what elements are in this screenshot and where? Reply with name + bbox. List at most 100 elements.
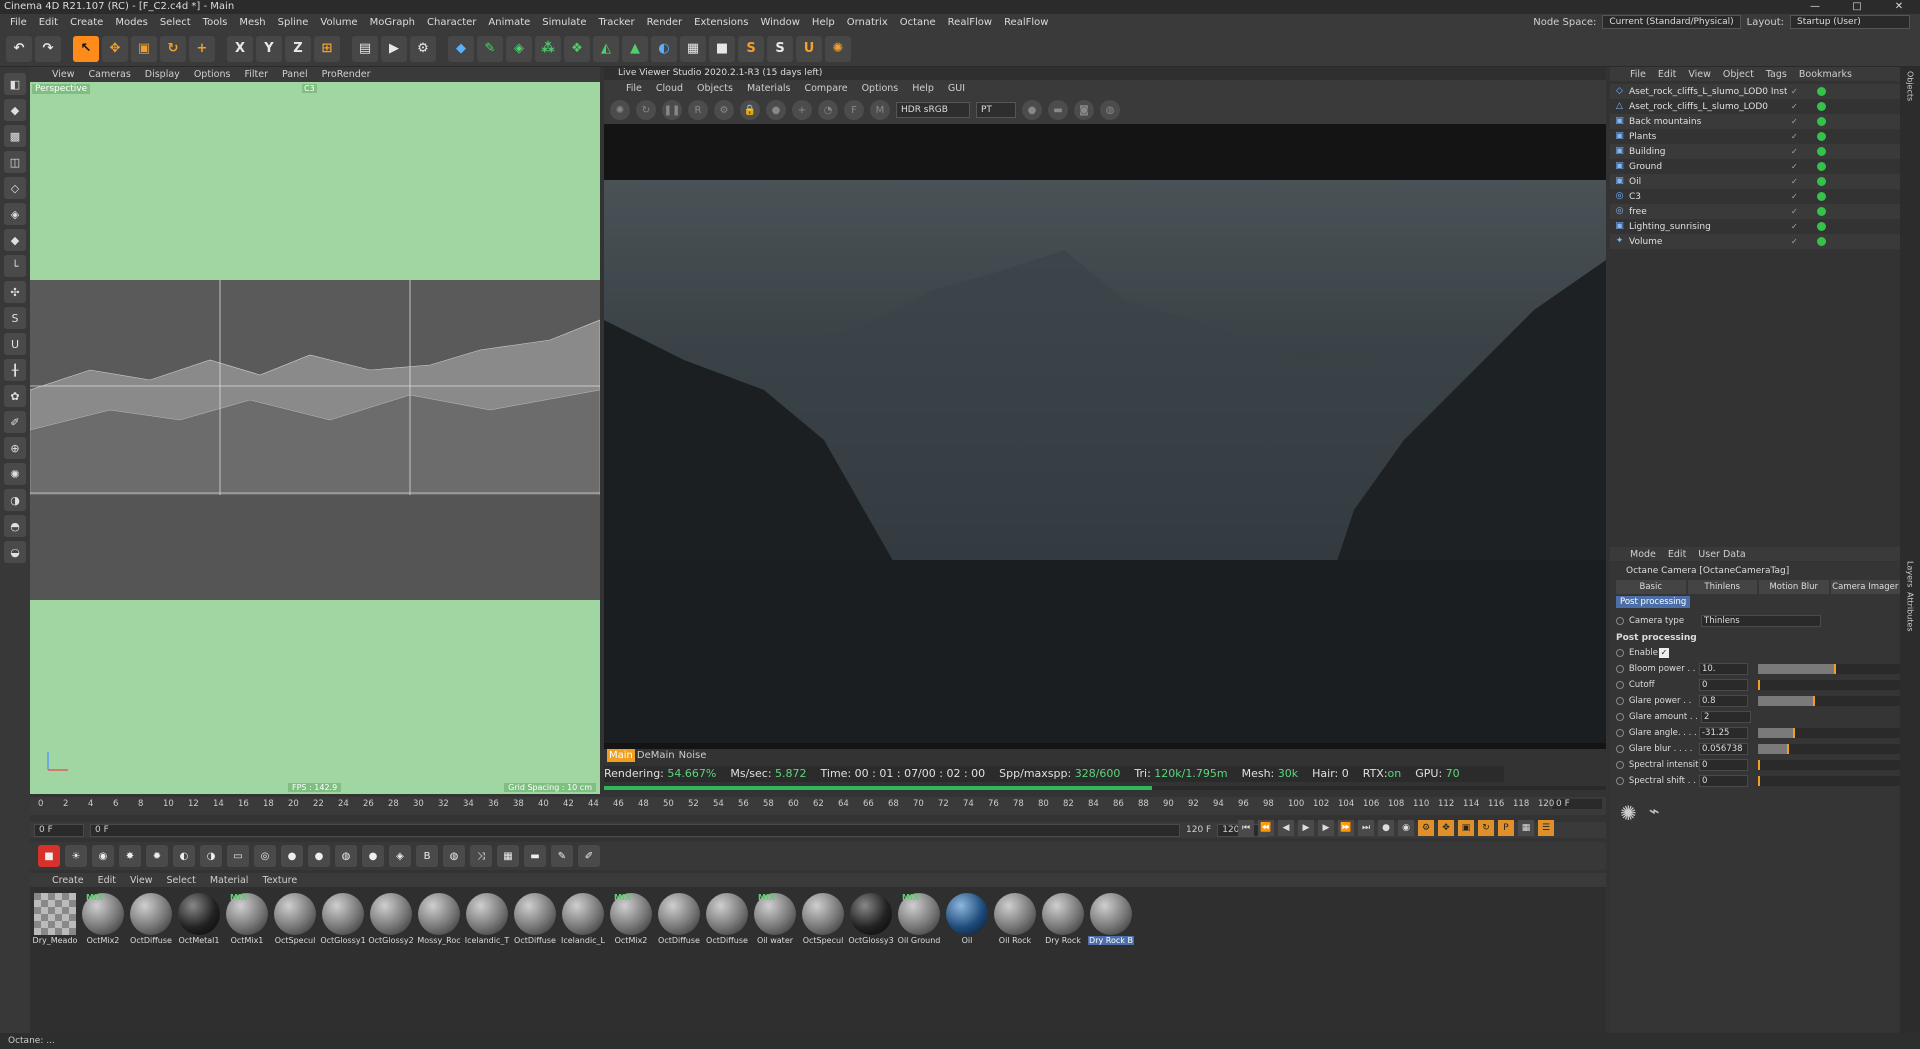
viewport-menu-panel[interactable]: Panel — [282, 69, 308, 80]
tab-post-processing[interactable]: Post processing — [1616, 596, 1691, 608]
globe-icon[interactable]: ◍ — [1100, 100, 1120, 120]
deformer-icon[interactable]: ◭ — [593, 35, 619, 62]
mat-menu-material[interactable]: Material — [210, 875, 249, 886]
menu-render[interactable]: Render — [641, 17, 689, 28]
param-value-field[interactable]: 0.056738 — [1698, 743, 1748, 755]
param-slider[interactable] — [1757, 760, 1901, 770]
portal-material-icon[interactable]: ● — [362, 845, 384, 867]
object-row[interactable]: ◇ Aset_rock_cliffs_L_slumo_LOD0 Instance ✓ — [1610, 84, 1900, 99]
object-row[interactable]: ▣ Plants ✓ — [1610, 129, 1900, 144]
object-visibility-flags[interactable]: ✓ — [1791, 207, 1813, 216]
octane-object-tag-icon[interactable] — [1817, 177, 1826, 186]
snapshot-icon[interactable]: ◙ — [1074, 100, 1094, 120]
tag-icon[interactable]: ◐ — [651, 35, 677, 62]
live-selection-icon[interactable]: ↖ — [73, 35, 99, 62]
make-editable-icon[interactable]: ◧ — [4, 73, 26, 95]
keyframe-selection-icon[interactable]: ⚙ — [1418, 820, 1434, 836]
object-name[interactable]: free — [1629, 207, 1787, 217]
texture-mode-icon[interactable]: ▩ — [4, 125, 26, 147]
pause-icon[interactable]: ❚❚ — [662, 100, 682, 120]
targeted-light-icon[interactable]: ✹ — [146, 845, 168, 867]
attr-menu-mode[interactable]: Mode — [1630, 549, 1656, 560]
material-swatch[interactable]: OctGlossy3 — [848, 893, 894, 947]
object-visibility-flags[interactable]: ✓ — [1791, 192, 1813, 201]
position-key-icon[interactable]: ✥ — [1438, 820, 1454, 836]
toon-material-icon[interactable]: ● — [308, 845, 330, 867]
goto-end-icon[interactable]: ⏭ — [1358, 820, 1374, 836]
obj-menu-view[interactable]: View — [1688, 69, 1711, 80]
lock-icon[interactable]: 🔒 — [740, 100, 760, 120]
menu-modes[interactable]: Modes — [109, 17, 153, 28]
close-icon[interactable]: ✕ — [1878, 0, 1920, 14]
material-swatch[interactable]: OctSpecul — [800, 893, 846, 947]
object-name[interactable]: Oil — [1629, 177, 1787, 187]
composite-material-icon[interactable]: ◈ — [389, 845, 411, 867]
perspective-viewport[interactable]: Perspective C3 FPS : 142.9 Grid Spacing … — [30, 82, 600, 794]
hair-icon[interactable]: ◑ — [4, 489, 26, 511]
object-name[interactable]: Aset_rock_cliffs_L_slumo_LOD0 — [1629, 102, 1787, 112]
object-visibility-flags[interactable]: ✓ — [1791, 117, 1813, 126]
attr-menu-userdata[interactable]: User Data — [1698, 549, 1745, 560]
pick-focus-icon[interactable]: F — [844, 100, 864, 120]
snap-icon[interactable]: S — [4, 307, 26, 329]
object-name[interactable]: C3 — [1629, 192, 1787, 202]
material-swatch[interactable]: Oil — [944, 893, 990, 947]
render-region-icon[interactable]: ▤ — [352, 35, 378, 62]
goto-start-icon[interactable]: ⏮ — [1238, 820, 1254, 836]
menu-extensions[interactable]: Extensions — [688, 17, 754, 28]
next-key-icon[interactable]: ⏩ — [1338, 820, 1354, 836]
object-visibility-flags[interactable]: ✓ — [1791, 162, 1813, 171]
lock-workplane-icon[interactable]: ╂ — [4, 359, 26, 381]
prev-frame-icon[interactable]: ◀ — [1278, 820, 1294, 836]
keyframe-dot-icon[interactable] — [1616, 729, 1624, 737]
axis-mode-icon[interactable]: └ — [4, 255, 26, 277]
record-icon[interactable]: ● — [1378, 820, 1394, 836]
send-scene-icon[interactable]: ✺ — [610, 100, 630, 120]
lv-menu-objects[interactable]: Objects — [697, 83, 733, 94]
x-axis-icon[interactable]: X — [227, 35, 253, 62]
material-swatch[interactable]: OctMetal1 — [176, 893, 222, 947]
lv-menu-options[interactable]: Options — [862, 83, 899, 94]
lv-menu-materials[interactable]: Materials — [747, 83, 791, 94]
param-slider[interactable] — [1757, 744, 1901, 754]
pen-icon[interactable]: ✎ — [477, 35, 503, 62]
pick-material-icon[interactable]: M — [870, 100, 890, 120]
param-value-field[interactable]: 0.8 — [1698, 695, 1748, 707]
mix-material-icon[interactable]: ◎ — [254, 845, 276, 867]
octane-object-tag-icon[interactable] — [1817, 87, 1826, 96]
octane-object-tag-icon[interactable] — [1817, 117, 1826, 126]
settings-gear-icon[interactable]: ⚙ — [714, 100, 734, 120]
mat-menu-edit[interactable]: Edit — [98, 875, 116, 886]
mat-menu-select[interactable]: Select — [167, 875, 196, 886]
material-swatch[interactable]: Oil Rock — [992, 893, 1038, 947]
sphere-icon[interactable]: ● — [766, 100, 786, 120]
object-row[interactable]: ◎ free ✓ — [1610, 204, 1900, 219]
material-swatch[interactable]: Dry Rock — [1040, 893, 1086, 947]
diffuse-material-icon[interactable]: ◐ — [173, 845, 195, 867]
material-swatch[interactable]: Mossy_Roc — [416, 893, 462, 947]
octane-s2-icon[interactable]: S — [767, 35, 793, 62]
pla-key-icon[interactable]: ▦ — [1518, 820, 1534, 836]
object-row[interactable]: ▣ Building ✓ — [1610, 144, 1900, 159]
array-icon[interactable]: ⁂ — [535, 35, 561, 62]
z-axis-icon[interactable]: Z — [285, 35, 311, 62]
material-swatch[interactable]: OctDiffuse — [512, 893, 558, 947]
object-name[interactable]: Aset_rock_cliffs_L_slumo_LOD0 Instance — [1629, 87, 1787, 97]
menu-octane[interactable]: Octane — [894, 17, 942, 28]
mat-menu-create[interactable]: Create — [52, 875, 84, 886]
glossy-material-icon[interactable]: ◑ — [200, 845, 222, 867]
object-visibility-flags[interactable]: ✓ — [1791, 222, 1813, 231]
octane-object-tag-icon[interactable] — [1817, 132, 1826, 141]
rotate-icon[interactable]: ↻ — [160, 35, 186, 62]
menu-file[interactable]: File — [4, 17, 33, 28]
menu-mesh[interactable]: Mesh — [233, 17, 271, 28]
object-row[interactable]: ✦ Volume ✓ — [1610, 234, 1900, 249]
clay-icon[interactable]: ◔ — [818, 100, 838, 120]
material-swatch[interactable]: MIX OctMix2 — [608, 893, 654, 947]
octane-object-tag-icon[interactable] — [1817, 222, 1826, 231]
param-value-field[interactable]: 0 — [1698, 679, 1748, 691]
cube-icon[interactable]: ◆ — [448, 35, 474, 62]
camera-type-select[interactable]: Thinlens — [1701, 615, 1821, 627]
model-mode-icon[interactable]: ◆ — [4, 99, 26, 121]
octane-object-tag-icon[interactable] — [1817, 147, 1826, 156]
